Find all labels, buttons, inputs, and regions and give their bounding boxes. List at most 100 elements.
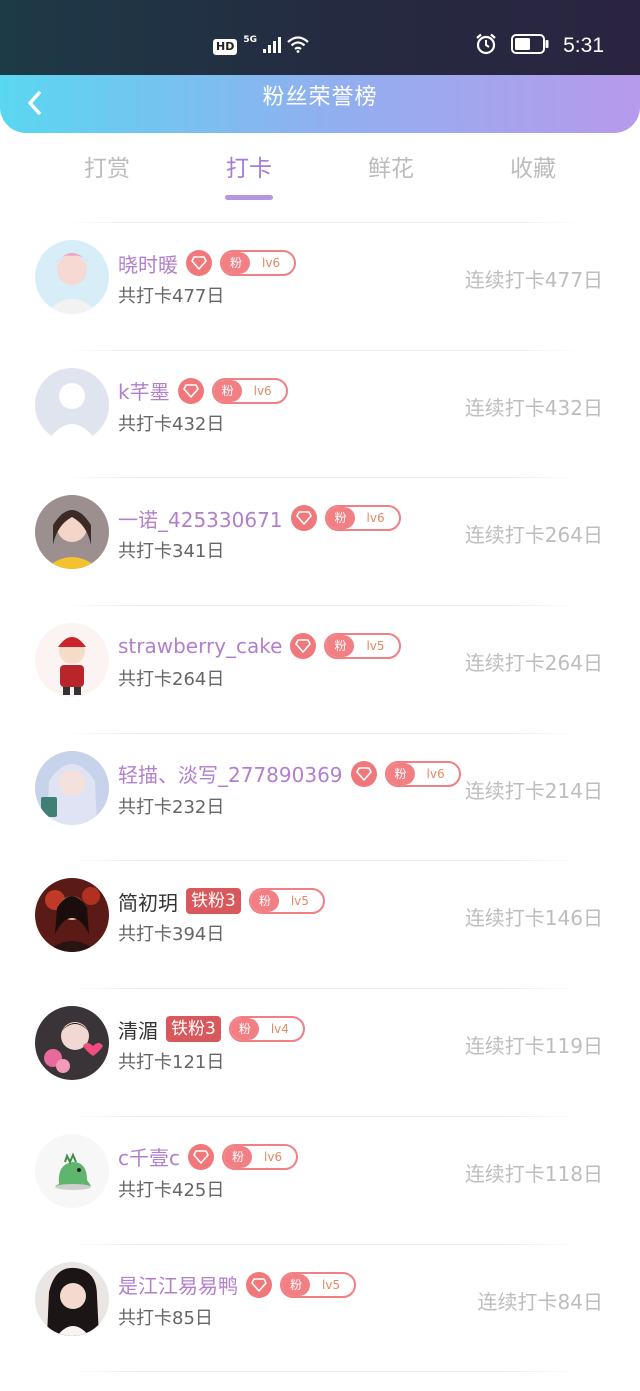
level-label: lv6: [253, 383, 272, 398]
avatar[interactable]: [35, 750, 109, 825]
tab-active-indicator: [225, 195, 273, 200]
fan-name[interactable]: strawberry_cake: [118, 634, 282, 658]
fan-name-line: 晓时暖 粉 lv6: [118, 249, 297, 278]
level-label: lv6: [366, 511, 385, 526]
avatar[interactable]: [35, 623, 109, 698]
streak-checkin: 连续打卡264日: [464, 651, 603, 676]
tab-checkin-label: 打卡: [226, 156, 272, 182]
fan-tag: 粉: [230, 1018, 259, 1041]
fan-tag: 粉: [386, 762, 415, 785]
fan-name[interactable]: 清湄: [118, 1015, 158, 1044]
tab-checkin[interactable]: 打卡: [189, 140, 309, 200]
list-item[interactable]: 一诺_425330671 粉 lv6 共打卡341日 连续打卡264日: [0, 477, 640, 605]
avatar[interactable]: [35, 1261, 109, 1336]
total-checkin: 共打卡85日: [118, 1307, 213, 1329]
status-left: HD 5G: [213, 36, 309, 57]
tab-reward[interactable]: 打赏: [47, 140, 167, 198]
divider: [60, 605, 585, 607]
divider: [60, 222, 585, 223]
status-right: 5:31: [475, 33, 604, 59]
list-item[interactable]: 轻描、淡写_277890369 粉 lv6 共打卡232日 连续打卡214日: [0, 732, 640, 861]
avatar[interactable]: [35, 1133, 109, 1208]
signal-icon: [263, 36, 281, 57]
level-label: lv4: [270, 1022, 289, 1037]
page-title: 粉丝荣誉榜: [262, 85, 378, 110]
total-checkin: 共打卡264日: [118, 669, 225, 691]
level-label: lv5: [290, 894, 309, 909]
fan-name-line: k芊墨 粉 lv6: [118, 377, 288, 405]
divider: [60, 1115, 585, 1117]
streak-checkin: 连续打卡477日: [464, 268, 603, 292]
avatar[interactable]: [35, 495, 109, 570]
streak-checkin: 连续打卡264日: [464, 523, 603, 548]
fan-tag: 粉: [213, 379, 242, 402]
fan-name-line: 一诺_425330671 粉 lv6: [118, 504, 401, 532]
streak-checkin: 连续打卡146日: [464, 906, 603, 931]
level-label: lv6: [262, 256, 281, 270]
streak-checkin: 连续打卡84日: [477, 1289, 603, 1314]
list-item[interactable]: 简初玥 铁粉3 粉 lv5 共打卡394日 连续打卡146日: [0, 860, 640, 988]
diamond-icon: [246, 1271, 272, 1298]
iron-fan-badge: 铁粉3: [166, 1016, 221, 1043]
list-item[interactable]: strawberry_cake 粉 lv5 共打卡264日 连续打卡264日: [0, 605, 640, 733]
fan-tag: 粉: [326, 635, 355, 658]
fan-level-badge: 粉 lv5: [324, 633, 401, 660]
iron-fan-badge: 铁粉3: [186, 888, 241, 915]
fan-name-line: strawberry_cake 粉 lv5: [118, 632, 401, 660]
fan-tag: 粉: [222, 252, 251, 274]
hd-icon: HD: [213, 38, 238, 55]
fan-level-badge: 粉 lv6: [211, 377, 288, 404]
total-checkin: 共打卡232日: [118, 796, 225, 818]
list-item[interactable]: 清湄 铁粉3 粉 lv4 共打卡121日 连续打卡119日: [0, 988, 640, 1116]
tab-flowers[interactable]: 鲜花: [331, 140, 451, 198]
fan-name[interactable]: k芊墨: [118, 376, 170, 405]
fan-name[interactable]: c千壹c: [118, 1142, 180, 1171]
avatar[interactable]: [35, 878, 109, 953]
fan-name-line: 是江江易易鸭 粉 lv5: [118, 1270, 357, 1299]
divider: [60, 349, 585, 351]
divider: [60, 988, 585, 990]
tab-favorites[interactable]: 收藏: [473, 140, 593, 198]
streak-checkin: 连续打卡214日: [464, 778, 603, 803]
header-bar: 粉丝荣誉榜: [0, 75, 640, 133]
network-type: 5G: [243, 35, 257, 45]
diamond-icon: [186, 250, 212, 276]
list-item[interactable]: 是江江易易鸭 粉 lv5 共打卡85日 连续打卡84日: [0, 1243, 640, 1372]
level-label: lv6: [264, 1149, 283, 1164]
fan-name[interactable]: 是江江易易鸭: [118, 1270, 238, 1299]
avatar[interactable]: [35, 367, 109, 442]
clock: 5:31: [563, 34, 604, 57]
fan-level-badge: 粉 lv5: [280, 1271, 357, 1298]
wifi-icon: [287, 36, 309, 57]
diamond-icon: [188, 1143, 214, 1170]
fan-name[interactable]: 简初玥: [118, 887, 178, 916]
fan-name[interactable]: 一诺_425330671: [118, 504, 283, 533]
fan-name[interactable]: 晓时暖: [118, 249, 178, 278]
divider: [60, 1371, 585, 1373]
fan-name[interactable]: 轻描、淡写_277890369: [118, 759, 343, 788]
fan-tag: 粉: [224, 1145, 253, 1168]
fan-level-badge: 粉 lv6: [384, 760, 461, 787]
avatar[interactable]: [35, 240, 109, 314]
fan-name-line: 清湄 铁粉3 粉 lv4: [118, 1015, 305, 1043]
divider: [60, 860, 585, 862]
level-label: lv6: [426, 766, 445, 781]
divider: [60, 477, 585, 479]
fan-tag: 粉: [250, 890, 279, 913]
fan-name-line: 简初玥 铁粉3 粉 lv5: [118, 887, 325, 915]
fan-ranking-list: 晓时暖 粉 lv6 共打卡477日 连续打卡477日 k芊墨 粉 lv6 共打卡…: [0, 222, 640, 1391]
diamond-icon: [177, 377, 204, 404]
diamond-icon: [290, 505, 317, 532]
list-item[interactable]: c千壹c 粉 lv6 共打卡425日 连续打卡118日: [0, 1115, 640, 1244]
total-checkin: 共打卡394日: [118, 924, 225, 946]
total-checkin: 共打卡432日: [118, 413, 225, 435]
avatar[interactable]: [35, 1006, 109, 1081]
list-item: [0, 1371, 640, 1391]
list-item[interactable]: 晓时暖 粉 lv6 共打卡477日 连续打卡477日: [0, 222, 640, 350]
fan-name-line: c千壹c 粉 lv6: [118, 1142, 299, 1171]
fan-level-badge: 粉 lv5: [248, 888, 325, 915]
total-checkin: 共打卡477日: [118, 286, 225, 307]
fan-level-badge: 粉 lv6: [324, 505, 401, 532]
list-item[interactable]: k芊墨 粉 lv6 共打卡432日 连续打卡432日: [0, 349, 640, 478]
alarm-icon: [475, 33, 497, 59]
